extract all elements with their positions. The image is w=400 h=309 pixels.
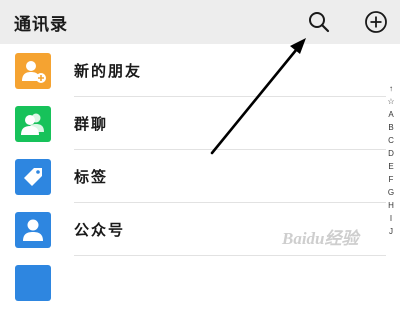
index-letter[interactable]: D (388, 147, 394, 160)
index-letter[interactable]: B (388, 121, 393, 134)
index-letter[interactable]: A (388, 108, 393, 121)
list-item-group-chats[interactable]: 群聊 (0, 97, 400, 150)
alphabet-index-bar[interactable]: ↑ ☆ A B C D E F G H I J (384, 82, 398, 238)
index-letter[interactable]: I (390, 212, 392, 225)
page-title: 通讯录 (14, 15, 68, 35)
group-chat-icon (15, 106, 51, 142)
index-letter[interactable]: E (388, 160, 393, 173)
index-letter[interactable]: G (388, 186, 394, 199)
index-letter[interactable]: J (389, 225, 393, 238)
list-item-label: 标签 (74, 168, 109, 186)
search-icon[interactable] (306, 9, 332, 35)
avatar (15, 265, 51, 301)
list-item-label: 公众号 (74, 221, 126, 239)
index-letter[interactable]: F (389, 173, 394, 186)
plus-circle-icon[interactable] (363, 9, 389, 35)
list-item-label: 新的朋友 (74, 62, 143, 80)
contacts-list: 新的朋友 群聊 标签 公众号 (0, 44, 400, 309)
watermark: Baidu经验 (282, 229, 359, 248)
official-account-icon (15, 212, 51, 248)
list-item-partial (0, 256, 400, 309)
list-item-tags[interactable]: 标签 (0, 150, 400, 203)
index-letter[interactable]: ☆ (387, 95, 394, 108)
index-letter[interactable]: C (388, 134, 394, 147)
index-letter[interactable]: H (388, 199, 394, 212)
top-bar: 通讯录 (0, 0, 400, 44)
tag-icon (15, 159, 51, 195)
list-item-new-friends[interactable]: 新的朋友 (0, 44, 400, 97)
add-friend-icon (15, 53, 51, 89)
list-item-label: 群聊 (74, 115, 109, 133)
index-letter[interactable]: ↑ (389, 82, 393, 95)
